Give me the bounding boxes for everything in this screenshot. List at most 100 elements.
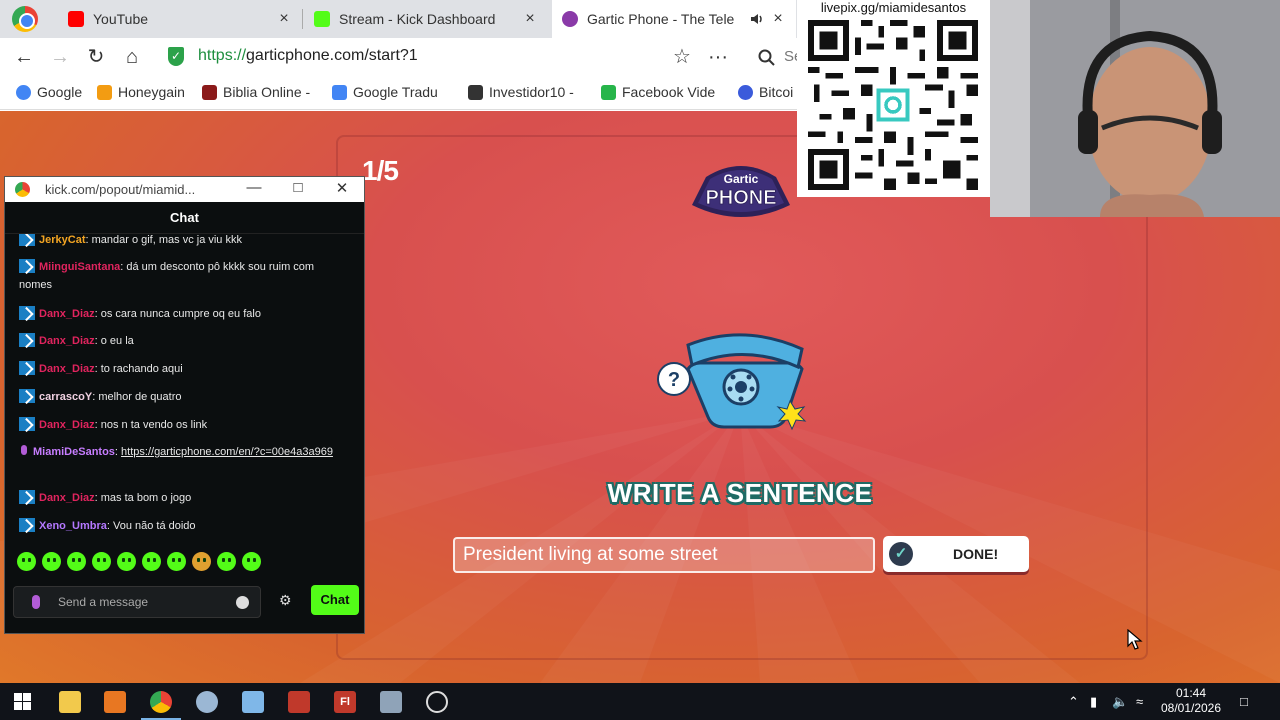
emote-icon[interactable]	[117, 552, 136, 571]
chat-message: Xeno_Umbra: Vou não tá doido	[19, 517, 349, 535]
gear-icon[interactable]: ⚙	[279, 592, 292, 609]
emoji-icon[interactable]	[236, 596, 249, 609]
bookmark-investidor10[interactable]: Investidor10 -	[468, 84, 574, 100]
sentence-input[interactable]: President living at some street	[453, 537, 875, 573]
search-icon[interactable]	[758, 49, 776, 67]
chat-header: Chat	[5, 202, 364, 234]
tab-kick-dashboard[interactable]: Stream - Kick Dashboard ×	[304, 0, 548, 38]
volume-icon[interactable]: 🔈	[1112, 694, 1128, 710]
browser-taskbar-icon[interactable]	[150, 691, 172, 713]
chat-username[interactable]: Danx_Diaz	[39, 492, 95, 504]
gartic-phone-logo: Gartic PHONE	[692, 166, 790, 217]
badge-icon	[19, 234, 35, 246]
obs-icon[interactable]	[426, 691, 448, 713]
reload-icon[interactable]: ↻	[84, 45, 108, 69]
star-icon[interactable]: ☆	[670, 45, 694, 69]
emote-icon[interactable]	[192, 552, 211, 571]
secure-shield-icon[interactable]: ✓	[168, 47, 184, 66]
bookmark-honeygain[interactable]: Honeygain	[97, 84, 185, 100]
minimize-icon[interactable]: —	[243, 179, 265, 196]
badge-icon	[19, 333, 35, 347]
close-icon[interactable]: ×	[522, 10, 538, 28]
notes-icon[interactable]	[242, 691, 264, 713]
badge-icon	[19, 417, 35, 431]
chat-send-button[interactable]: Chat	[311, 585, 359, 615]
app-window-icon[interactable]	[380, 691, 402, 713]
emote-icon[interactable]	[42, 552, 61, 571]
chat-text: : os cara nunca cumpre oq eu falo	[94, 308, 261, 320]
taskbar: Fl ⌃ ▮ 🔈 ≈ 01:44 08/01/2026 □	[0, 683, 1280, 720]
tab-youtube[interactable]: YouTube ×	[58, 0, 302, 38]
menu-dots-icon[interactable]: ···	[706, 45, 730, 69]
chat-message: Danx_Diaz: o eu la	[19, 332, 349, 350]
flash-icon[interactable]: Fl	[334, 691, 356, 713]
close-icon[interactable]: ×	[770, 10, 786, 28]
close-icon[interactable]: ×	[276, 10, 292, 28]
chat-username[interactable]: carrascoY	[39, 391, 92, 403]
back-arrow-icon[interactable]: ←	[12, 45, 36, 69]
badge-icon	[19, 259, 35, 273]
emote-icon[interactable]	[67, 552, 86, 571]
microphone-icon	[32, 595, 40, 609]
chat-username[interactable]: MiinguiSantana	[39, 261, 120, 273]
notification-icon[interactable]: □	[1240, 694, 1248, 709]
emote-icon[interactable]	[242, 552, 261, 571]
youtube-icon	[68, 11, 84, 27]
browser-logo-icon[interactable]	[12, 6, 38, 32]
calculator-icon[interactable]	[288, 691, 310, 713]
bookmark-google[interactable]: Google	[16, 84, 82, 100]
done-button[interactable]: ✓ DONE!	[883, 536, 1029, 572]
emote-icon[interactable]	[142, 552, 161, 571]
chat-username[interactable]: JerkyCat	[39, 234, 85, 246]
browser-logo-icon	[15, 182, 30, 197]
emote-icon[interactable]	[167, 552, 186, 571]
chat-input-placeholder: Send a message	[58, 595, 149, 609]
wifi-icon[interactable]: ≈	[1136, 694, 1143, 709]
webcam-feed	[990, 0, 1280, 217]
home-icon[interactable]: ⌂	[120, 45, 144, 69]
speaker-icon[interactable]	[750, 12, 764, 26]
chat-popout-window: kick.com/popout/miamid... — □ ✕ Chat Jer…	[4, 176, 365, 634]
bookmark-google-translate[interactable]: Google Tradu	[332, 84, 438, 100]
bookmark-label: Google	[37, 84, 83, 100]
chat-username[interactable]: Danx_Diaz	[39, 419, 95, 431]
emote-icon[interactable]	[17, 552, 36, 571]
system-clock[interactable]: 01:44 08/01/2026	[1154, 686, 1228, 716]
bookmark-label: Investidor10 -	[489, 84, 574, 100]
chat-username[interactable]: Danx_Diaz	[39, 308, 95, 320]
bookmark-biblia[interactable]: Biblia Online -	[202, 84, 310, 100]
windows-start-icon[interactable]	[14, 693, 31, 710]
battery-icon[interactable]: ▮	[1090, 694, 1097, 710]
gartic-icon	[562, 11, 578, 27]
chat-message-list[interactable]: JerkyCat: mandar o gif, mas vc ja viu kk…	[5, 234, 364, 537]
chevron-up-icon[interactable]: ⌃	[1068, 694, 1079, 710]
file-explorer-icon[interactable]	[59, 691, 81, 713]
bookmark-label: Bitcoi	[759, 84, 794, 100]
google-icon	[16, 84, 31, 100]
bookmark-bitcoin[interactable]: Bitcoi	[738, 84, 793, 100]
tab-gartic-phone[interactable]: Gartic Phone - The Tele ×	[552, 0, 796, 38]
donation-qr-overlay: livepix.gg/miamidesantos	[797, 0, 990, 197]
chat-message: carrascoY: melhor de quatro	[19, 388, 349, 406]
chat-username[interactable]: Danx_Diaz	[39, 363, 95, 375]
mouse-cursor-icon	[1127, 629, 1143, 650]
app-icon[interactable]	[196, 691, 218, 713]
webcam-person-image	[990, 0, 1280, 217]
chat-link[interactable]: https://garticphone.com/en/?c=00e4a3a969	[121, 446, 333, 458]
bookmark-facebook-video[interactable]: Facebook Vide	[601, 84, 715, 100]
media-player-icon[interactable]	[104, 691, 126, 713]
chat-username[interactable]: Xeno_Umbra	[39, 520, 107, 532]
address-bar[interactable]: https://garticphone.com/start?1	[198, 47, 418, 65]
tab-title: Gartic Phone - The Tele	[587, 11, 735, 27]
emote-icon[interactable]	[217, 552, 236, 571]
close-icon[interactable]: ✕	[331, 179, 353, 197]
chat-username[interactable]: Danx_Diaz	[39, 335, 95, 347]
tab-title: Stream - Kick Dashboard	[339, 11, 496, 27]
chat-message-input[interactable]: Send a message	[13, 586, 261, 618]
logo-line2: PHONE	[705, 187, 776, 209]
chat-username[interactable]: MiamiDeSantos	[33, 446, 115, 458]
emote-icon[interactable]	[92, 552, 111, 571]
forward-arrow-icon[interactable]: →	[48, 45, 72, 69]
badge-icon	[19, 361, 35, 375]
maximize-icon[interactable]: □	[287, 179, 309, 196]
